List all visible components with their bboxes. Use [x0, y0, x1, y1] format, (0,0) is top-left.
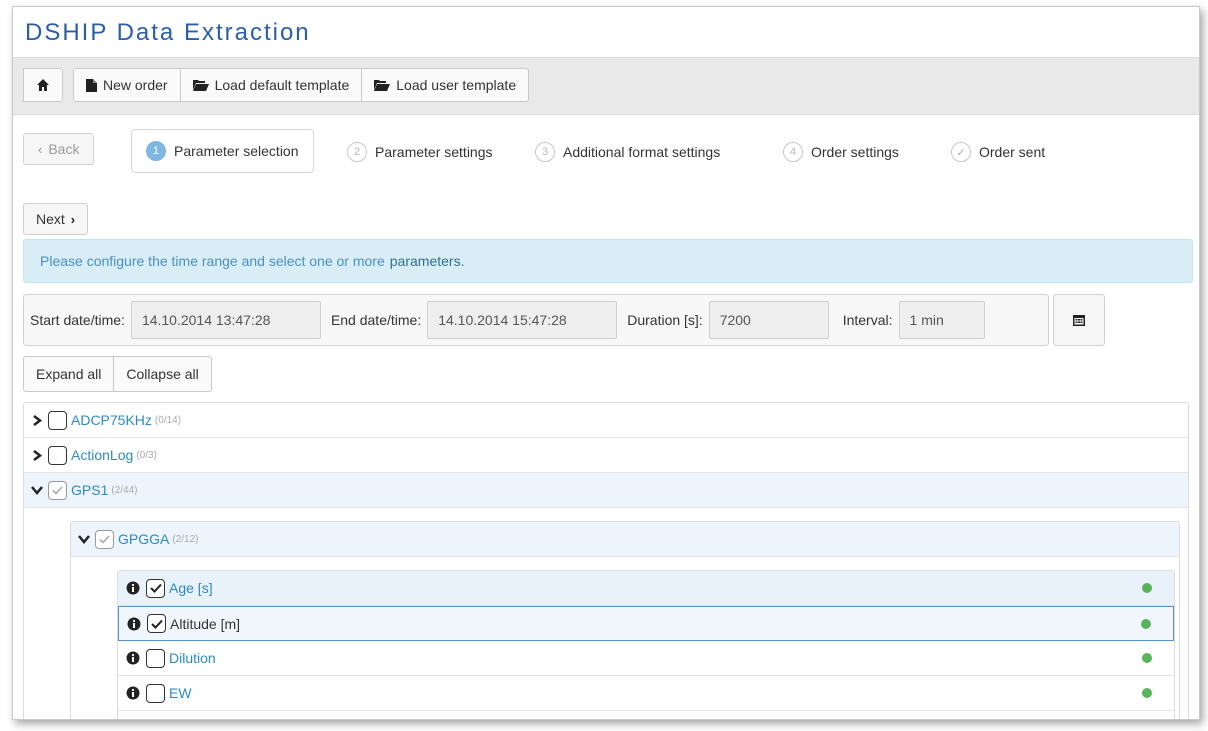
- subtree-panel: GPGGA (2/12) Age [s] Altitude [m] Diluti…: [70, 521, 1180, 719]
- info-icon[interactable]: [127, 617, 141, 631]
- leaf-list: Age [s] Altitude [m] Dilution EW: [117, 570, 1175, 719]
- node-label[interactable]: GPS1: [71, 482, 108, 498]
- start-datetime-label: Start date/time:: [30, 312, 125, 328]
- leaf-checkbox[interactable]: [146, 683, 165, 703]
- leaf-label[interactable]: Altitude [m]: [170, 616, 240, 632]
- next-button[interactable]: Next ›: [23, 203, 89, 235]
- status-dot: [1142, 688, 1152, 698]
- back-label: Back: [48, 141, 80, 157]
- step-parameter-selection[interactable]: 1 Parameter selection: [131, 129, 314, 173]
- step-additional-format-settings[interactable]: 3 Additional format settings: [535, 131, 720, 173]
- chevron-down-icon[interactable]: [77, 532, 91, 546]
- node-count: (2/12): [172, 533, 199, 545]
- calendar-icon: [1073, 315, 1085, 326]
- folder-open-icon: [374, 80, 391, 91]
- step-number: 1: [146, 141, 166, 161]
- load-user-template-label: Load user template: [396, 77, 517, 93]
- toolbar: New order Load default template Load use…: [13, 57, 1199, 115]
- home-button[interactable]: [23, 68, 63, 102]
- info-alert: Please configure the time range and sele…: [23, 239, 1193, 283]
- leaf-label[interactable]: Age [s]: [169, 580, 213, 596]
- parameter-tree: ADCP75KHz (0/14) ActionLog (0/3) GPS1 (2…: [23, 402, 1189, 719]
- leaf-row[interactable]: EW: [118, 676, 1174, 711]
- step-label: Additional format settings: [563, 144, 721, 160]
- step-parameter-settings[interactable]: 2 Parameter settings: [347, 131, 493, 173]
- info-icon[interactable]: [126, 581, 140, 595]
- info-icon[interactable]: [126, 651, 140, 665]
- check-icon: [150, 619, 163, 629]
- expand-all-button[interactable]: Expand all: [23, 356, 115, 392]
- info-icon[interactable]: [126, 686, 140, 700]
- leaf-row[interactable]: Altitude [m]: [118, 606, 1174, 641]
- chevron-left-icon: ‹: [38, 141, 43, 157]
- parameters-link[interactable]: parameters.: [390, 253, 465, 269]
- chevron-right-icon[interactable]: [30, 413, 44, 427]
- step-label: Parameter settings: [375, 144, 493, 160]
- node-checkbox[interactable]: [48, 410, 67, 430]
- status-dot: [1142, 583, 1152, 593]
- load-user-template-button[interactable]: Load user template: [362, 68, 530, 102]
- step-number: 4: [783, 142, 803, 162]
- check-icon: [149, 583, 162, 593]
- file-icon: [86, 78, 97, 92]
- step-order-sent[interactable]: ✓ Order sent: [951, 131, 1045, 173]
- tree-subnode[interactable]: GPGGA (2/12): [71, 522, 1179, 557]
- tree-node[interactable]: ADCP75KHz (0/14): [24, 403, 1188, 438]
- leaf-checkbox-checked[interactable]: [147, 614, 166, 633]
- step-order-settings[interactable]: 4 Order settings: [783, 131, 899, 173]
- collapse-all-button[interactable]: Collapse all: [114, 356, 212, 392]
- check-icon: ✓: [951, 142, 971, 162]
- chevron-right-icon[interactable]: [30, 448, 44, 462]
- wizard-steps: ‹ Back 1 Parameter selection 2 Parameter…: [23, 125, 1183, 175]
- step-number: 3: [535, 142, 555, 162]
- leaf-checkbox[interactable]: [146, 648, 165, 668]
- end-datetime-label: End date/time:: [330, 312, 422, 328]
- new-order-label: New order: [103, 77, 168, 93]
- status-dot: [1141, 618, 1151, 629]
- step-label: Order settings: [811, 144, 899, 160]
- node-label[interactable]: GPGGA: [118, 531, 169, 547]
- next-label: Next: [36, 211, 65, 227]
- check-icon: [99, 534, 110, 544]
- load-default-template-button[interactable]: Load default template: [180, 68, 363, 102]
- alert-text: Please configure the time range and sele…: [40, 253, 385, 269]
- step-number: 2: [347, 142, 367, 162]
- duration-input[interactable]: [708, 301, 829, 339]
- duration-label: Duration [s]:: [627, 312, 703, 328]
- load-default-template-label: Load default template: [214, 77, 350, 93]
- end-datetime-input[interactable]: [427, 301, 618, 339]
- home-icon: [37, 79, 49, 91]
- interval-label: Interval:: [842, 312, 893, 328]
- time-range-bar: Start date/time: End date/time: Duration…: [23, 294, 1049, 346]
- node-label[interactable]: ADCP75KHz: [71, 412, 152, 428]
- node-checkbox[interactable]: [48, 445, 67, 465]
- leaf-row[interactable]: Dilution: [118, 641, 1174, 676]
- leaf-row[interactable]: Age [s]: [118, 571, 1174, 606]
- leaf-checkbox-checked[interactable]: [146, 578, 165, 598]
- node-checkbox-partial[interactable]: [95, 529, 114, 549]
- interval-input[interactable]: [898, 301, 985, 339]
- step-label: Order sent: [979, 144, 1046, 160]
- leaf-label[interactable]: EW: [169, 685, 192, 701]
- tree-node[interactable]: ActionLog (0/3): [24, 438, 1188, 473]
- calendar-button[interactable]: [1053, 294, 1105, 346]
- start-datetime-input[interactable]: [130, 301, 321, 339]
- folder-open-icon: [192, 80, 209, 91]
- node-count: (0/14): [154, 414, 182, 426]
- step-label: Parameter selection: [174, 143, 299, 159]
- app-title: DSHIP Data Extraction: [25, 19, 311, 46]
- new-order-button[interactable]: New order: [73, 68, 181, 102]
- node-label[interactable]: ActionLog: [71, 447, 133, 463]
- chevron-right-icon: ›: [70, 211, 76, 227]
- app-window: DSHIP Data Extraction New order Load def…: [12, 6, 1200, 720]
- tree-node[interactable]: GPS1 (2/44): [24, 473, 1188, 508]
- node-count: (2/44): [111, 484, 138, 496]
- status-dot: [1142, 653, 1152, 663]
- check-icon: [52, 485, 63, 495]
- chevron-down-icon[interactable]: [30, 483, 44, 497]
- leaf-label[interactable]: Dilution: [169, 650, 216, 666]
- node-checkbox-partial[interactable]: [48, 480, 67, 500]
- node-count: (0/3): [136, 449, 157, 461]
- back-button[interactable]: ‹ Back: [23, 133, 95, 165]
